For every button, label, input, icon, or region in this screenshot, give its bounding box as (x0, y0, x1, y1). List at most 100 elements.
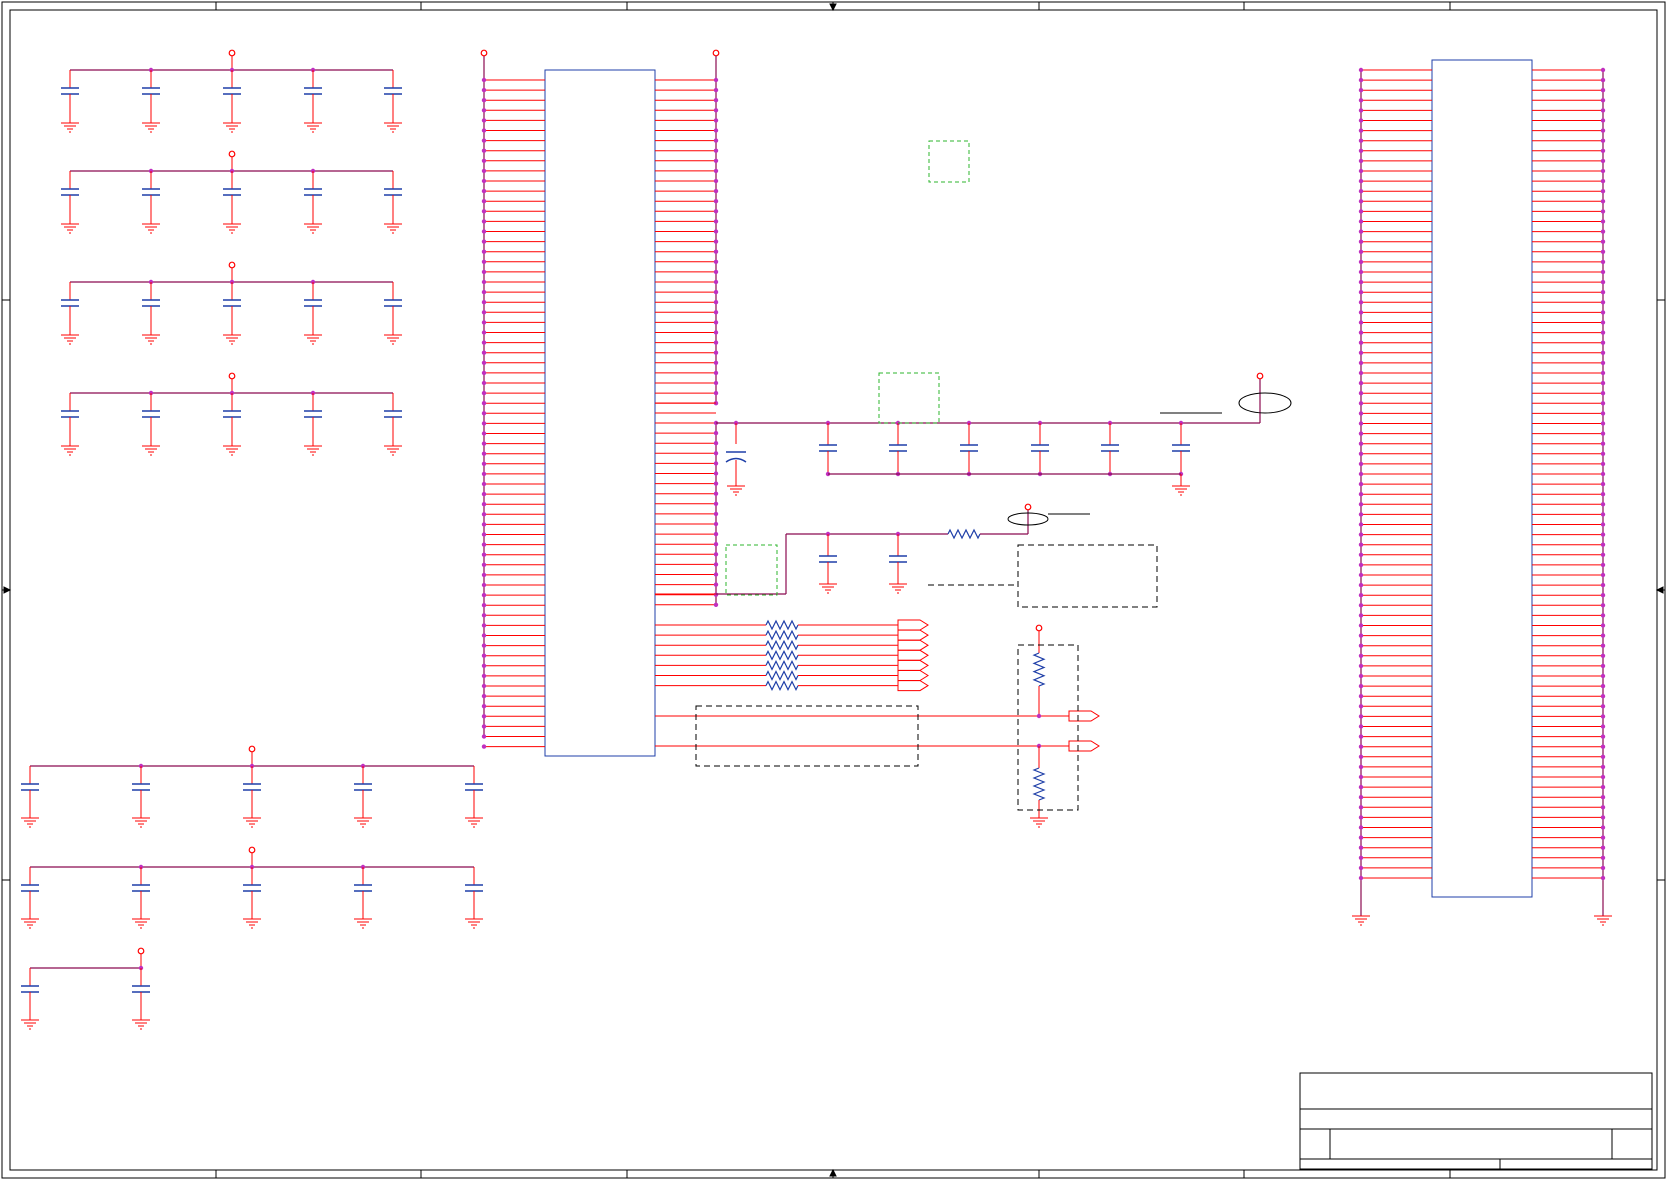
junction-dot (1358, 492, 1364, 497)
junction-dot (1358, 512, 1364, 517)
junction-dot (481, 178, 487, 184)
junction-dot (481, 269, 487, 275)
junction-dot (713, 178, 719, 184)
junction-dot (713, 501, 719, 506)
junction-dot (1600, 744, 1606, 749)
junction-dot (481, 128, 487, 133)
junction-dot (713, 209, 719, 214)
junction-dot (1358, 269, 1364, 275)
junction-dot (1358, 199, 1364, 204)
junction-dot (1358, 279, 1364, 285)
junction-dot (481, 441, 487, 446)
junction-dot (1358, 360, 1364, 366)
junction-dot (1600, 178, 1606, 184)
junction-dot (1600, 199, 1606, 204)
junction-dot (1358, 98, 1364, 103)
junction-dot (481, 148, 487, 153)
junction-dot (481, 693, 487, 699)
junction-dot (1600, 593, 1606, 598)
junction-dot (1358, 320, 1364, 325)
junction-dot (1358, 108, 1364, 113)
junction-dot (481, 552, 487, 557)
junction-dot (713, 168, 719, 174)
resistor (947, 528, 981, 540)
junction-dot (1358, 128, 1364, 133)
junction-dot (1358, 259, 1364, 265)
junction-dot (1600, 512, 1606, 517)
junction-dot (1600, 320, 1606, 325)
junction-dot (1358, 239, 1364, 244)
junction-dot (713, 441, 719, 446)
junction-dot (713, 239, 719, 244)
junction-dot (1358, 815, 1364, 820)
junction-dot (1600, 88, 1606, 93)
junction-dot (1600, 77, 1606, 83)
junction-dot (713, 380, 719, 386)
junction-dot (713, 511, 719, 517)
junction-dot (1600, 694, 1606, 699)
junction-dot (481, 229, 487, 234)
junction-dot (481, 724, 487, 729)
junction-dot (1600, 259, 1606, 265)
title-block (1299, 1072, 1653, 1170)
junction-dot (713, 370, 719, 376)
junction-dot (1358, 401, 1364, 406)
highlight-box (725, 544, 778, 596)
junction-dot (1600, 663, 1606, 669)
junction-dot (481, 471, 487, 477)
junction-dot (1358, 340, 1364, 345)
junction-dot (1600, 219, 1606, 224)
junction-dot (1600, 249, 1606, 254)
junction-dot (713, 350, 719, 355)
junction-dot (1600, 815, 1606, 820)
off-page-connector (1068, 710, 1100, 722)
junction-dot (1600, 340, 1606, 345)
sheet-frame (1, 1, 1666, 1179)
junction-dot (1358, 77, 1364, 83)
junction-dot (713, 300, 719, 305)
junction-dot (713, 259, 719, 264)
junction-dot (1036, 713, 1042, 719)
resistor (765, 680, 799, 691)
junction-dot (1600, 714, 1606, 719)
highlight-box (878, 372, 940, 424)
junction-dot (481, 118, 487, 123)
junction-dot (1358, 411, 1364, 416)
junction-dot (1600, 754, 1606, 759)
junction-dot (481, 219, 487, 224)
annotation-boxes (695, 544, 1158, 811)
junction-dot (1600, 552, 1606, 557)
junction-dot (713, 188, 719, 194)
junction-dot (1600, 825, 1606, 830)
junction-dot (481, 421, 487, 426)
junction-dot (1358, 835, 1364, 840)
junction-dot (1358, 229, 1364, 234)
junction-dot (713, 572, 719, 577)
junction-dot (1358, 138, 1364, 143)
junction-dot (1600, 370, 1606, 376)
junction-dot (1600, 229, 1606, 234)
junction-dot (481, 431, 487, 436)
junction-dot (1600, 774, 1606, 780)
junction-dot (481, 340, 487, 345)
junction-dot (1600, 623, 1606, 628)
junction-dot (1600, 542, 1606, 547)
junction-dot (481, 603, 487, 608)
junction-dot (1600, 290, 1606, 295)
resistor (765, 629, 799, 641)
junction-dot (1358, 532, 1364, 537)
junction-dot (1358, 613, 1364, 618)
junction-dot (1358, 663, 1364, 669)
junction-dot (1600, 421, 1606, 426)
junction-dot (1600, 704, 1606, 709)
junction-dot (1358, 774, 1364, 780)
junction-dot (1358, 178, 1364, 184)
power-port (228, 49, 236, 57)
junction-dot (1358, 855, 1364, 860)
junction-dot (481, 320, 487, 325)
junction-dot (481, 572, 487, 578)
center-arrow-bottom (829, 1168, 837, 1177)
junction-dot (713, 552, 719, 557)
power-port (1035, 624, 1043, 632)
junction-dot (1600, 502, 1606, 507)
